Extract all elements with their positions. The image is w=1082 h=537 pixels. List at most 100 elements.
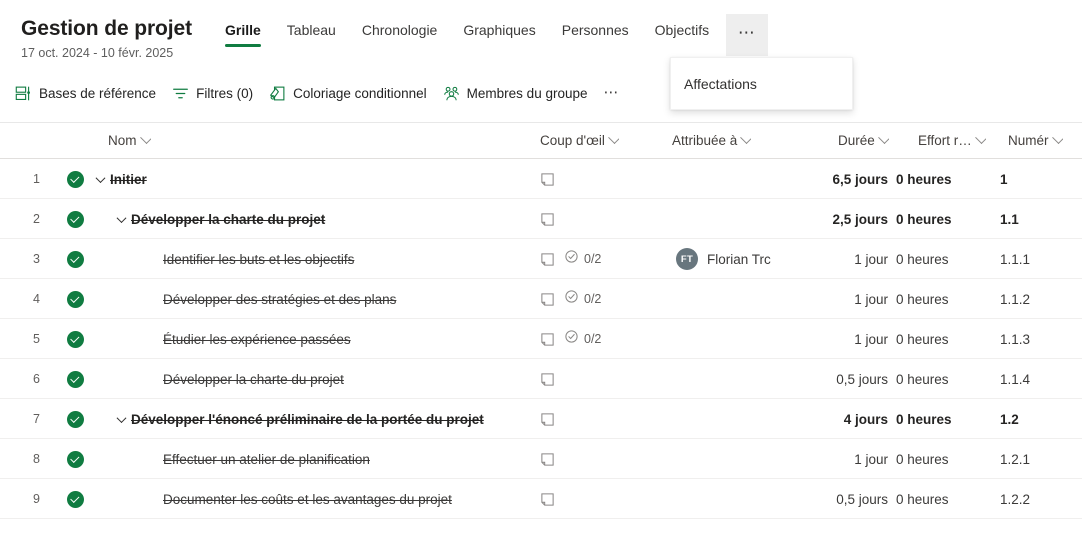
- wbs-number-cell[interactable]: 1: [1000, 159, 1070, 199]
- effort-cell[interactable]: 0 heures: [896, 199, 952, 239]
- column-header-label: Attribuée à: [672, 133, 738, 148]
- effort-cell[interactable]: 0 heures: [896, 399, 952, 439]
- table-row[interactable]: 7 Développer l'énoncé préliminaire de la …: [0, 399, 1082, 439]
- note-icon[interactable]: [540, 452, 555, 467]
- task-name-cell[interactable]: Développer des stratégies et des plans: [92, 279, 532, 319]
- table-row[interactable]: 5 Étudier les expérience passées 0/2 1 jour…: [0, 319, 1082, 359]
- wbs-number-cell[interactable]: 1.2.1: [1000, 439, 1070, 479]
- effort-cell[interactable]: 0 heures: [896, 319, 958, 359]
- effort-cell[interactable]: 0 heures: [896, 359, 958, 399]
- row-expand-toggle[interactable]: [92, 171, 108, 187]
- duration-cell[interactable]: 1 jour: [800, 279, 888, 319]
- tab-personnes[interactable]: Personnes: [549, 14, 642, 56]
- tab-grille[interactable]: Grille: [212, 14, 274, 56]
- wbs-number-cell[interactable]: 1.1.1: [1000, 239, 1070, 279]
- column-header-name[interactable]: Nom: [108, 133, 151, 148]
- task-name-cell[interactable]: Identifier les buts et les objectifs: [92, 239, 532, 279]
- toolbar-conditional-formatting-button[interactable]: Coloriage conditionnel: [261, 81, 435, 106]
- effort-cell[interactable]: 0 heures: [896, 479, 958, 519]
- duration-cell[interactable]: 1 jour: [800, 319, 888, 359]
- row-expand-toggle[interactable]: [113, 411, 129, 427]
- column-header-wbs[interactable]: Numér: [1008, 133, 1063, 148]
- duration-cell[interactable]: 0,5 jours: [800, 479, 888, 519]
- note-icon[interactable]: [540, 212, 555, 227]
- dropdown-item-affectations[interactable]: Affectations: [671, 58, 852, 93]
- toolbar-filter-button[interactable]: Filtres (0): [164, 81, 261, 106]
- table-row[interactable]: 1 Initier 6,5 jours 0 heures 1: [0, 159, 1082, 199]
- note-icon[interactable]: [540, 292, 555, 307]
- tab-objectifs[interactable]: Objectifs: [642, 14, 722, 56]
- table-row[interactable]: 4 Développer des stratégies et des plans 0…: [0, 279, 1082, 319]
- column-header-glance[interactable]: Coup d'œil: [540, 133, 619, 148]
- task-name-cell[interactable]: Documenter les coûts et les avantages du…: [92, 479, 532, 519]
- tab-graphiques[interactable]: Graphiques: [450, 14, 548, 56]
- chevron-down-icon: [607, 133, 619, 145]
- tab-label: Chronologie: [361, 22, 438, 38]
- task-name-cell[interactable]: Étudier les expérience passées: [92, 319, 532, 359]
- duration-cell[interactable]: 2,5 jours: [800, 199, 888, 239]
- task-status-icon[interactable]: [62, 399, 88, 439]
- duration-cell[interactable]: 1 jour: [800, 239, 888, 279]
- wbs-number-cell[interactable]: 1.2.2: [1000, 479, 1070, 519]
- note-icon[interactable]: [540, 372, 555, 387]
- more-views-button[interactable]: ⋯: [726, 14, 769, 56]
- task-name: Étudier les expérience passées: [163, 331, 351, 347]
- note-icon[interactable]: [540, 172, 555, 187]
- wbs-number-cell[interactable]: 1.1: [1000, 199, 1070, 239]
- wbs-number-cell[interactable]: 1.1.2: [1000, 279, 1070, 319]
- task-status-icon[interactable]: [62, 199, 88, 239]
- task-name-cell[interactable]: Développer la charte du projet: [92, 199, 532, 239]
- checklist-progress[interactable]: 0/2: [564, 289, 601, 309]
- column-header-effort[interactable]: Effort r…: [918, 133, 986, 148]
- effort-cell[interactable]: 0 heures: [896, 439, 958, 479]
- tab-tableau[interactable]: Tableau: [274, 14, 349, 56]
- table-row[interactable]: 6 Développer la charte du projet 0,5 jours…: [0, 359, 1082, 399]
- table-row[interactable]: 8 Effectuer un atelier de planification 1 …: [0, 439, 1082, 479]
- tab-label: Graphiques: [463, 22, 536, 38]
- task-name-cell[interactable]: Développer la charte du projet: [92, 359, 532, 399]
- task-name-cell[interactable]: Développer l'énoncé préliminaire de la p…: [92, 399, 532, 439]
- column-header-label: Coup d'œil: [540, 133, 605, 148]
- tab-chronologie[interactable]: Chronologie: [349, 14, 451, 56]
- duration-cell[interactable]: 0,5 jours: [800, 359, 888, 399]
- note-icon[interactable]: [540, 332, 555, 347]
- duration-cell[interactable]: 1 jour: [800, 439, 888, 479]
- toolbar-group-members-button[interactable]: Membres du groupe: [435, 81, 596, 106]
- note-icon[interactable]: [540, 412, 555, 427]
- effort-cell[interactable]: 0 heures: [896, 159, 952, 199]
- duration-cell[interactable]: 6,5 jours: [800, 159, 888, 199]
- row-number: 9: [33, 492, 40, 506]
- effort-cell[interactable]: 0 heures: [896, 239, 958, 279]
- task-status-icon[interactable]: [62, 479, 88, 519]
- task-status-icon[interactable]: [62, 319, 88, 359]
- task-status-icon[interactable]: [62, 159, 88, 199]
- toolbar-baseline-button[interactable]: Bases de référence: [7, 81, 164, 106]
- checklist-progress[interactable]: 0/2: [564, 329, 601, 349]
- task-status-icon[interactable]: [62, 439, 88, 479]
- table-row[interactable]: 2 Développer la charte du projet 2,5 jours…: [0, 199, 1082, 239]
- note-icon[interactable]: [540, 492, 555, 507]
- column-header-assigned[interactable]: Attribuée à: [672, 133, 752, 148]
- duration-cell[interactable]: 4 jours: [800, 399, 888, 439]
- task-name-cell[interactable]: Effectuer un atelier de planification: [92, 439, 532, 479]
- task-status-icon[interactable]: [62, 239, 88, 279]
- task-status-icon[interactable]: [62, 279, 88, 319]
- wbs-number-cell[interactable]: 1.1.3: [1000, 319, 1070, 359]
- table-row[interactable]: 9 Documenter les coûts et les avantages d…: [0, 479, 1082, 519]
- toolbar-overflow-button[interactable]: ⋯: [596, 85, 629, 100]
- chevron-down-icon: [877, 133, 889, 145]
- row-number: 2: [33, 212, 40, 226]
- column-header-duration[interactable]: Durée: [838, 133, 889, 148]
- effort-cell[interactable]: 0 heures: [896, 279, 958, 319]
- task-status-icon[interactable]: [62, 359, 88, 399]
- task-grid: Nom Coup d'œil Attribuée à Durée Effort r… Nu…: [0, 123, 1082, 519]
- row-expand-toggle[interactable]: [113, 211, 129, 227]
- checklist-progress[interactable]: 0/2: [564, 249, 601, 269]
- wbs-number-cell[interactable]: 1.1.4: [1000, 359, 1070, 399]
- wbs-number-cell[interactable]: 1.2: [1000, 399, 1070, 439]
- table-row[interactable]: 3 Identifier les buts et les objectifs 0/2…: [0, 239, 1082, 279]
- task-name-cell[interactable]: Initier: [92, 159, 532, 199]
- note-icon[interactable]: [540, 252, 555, 267]
